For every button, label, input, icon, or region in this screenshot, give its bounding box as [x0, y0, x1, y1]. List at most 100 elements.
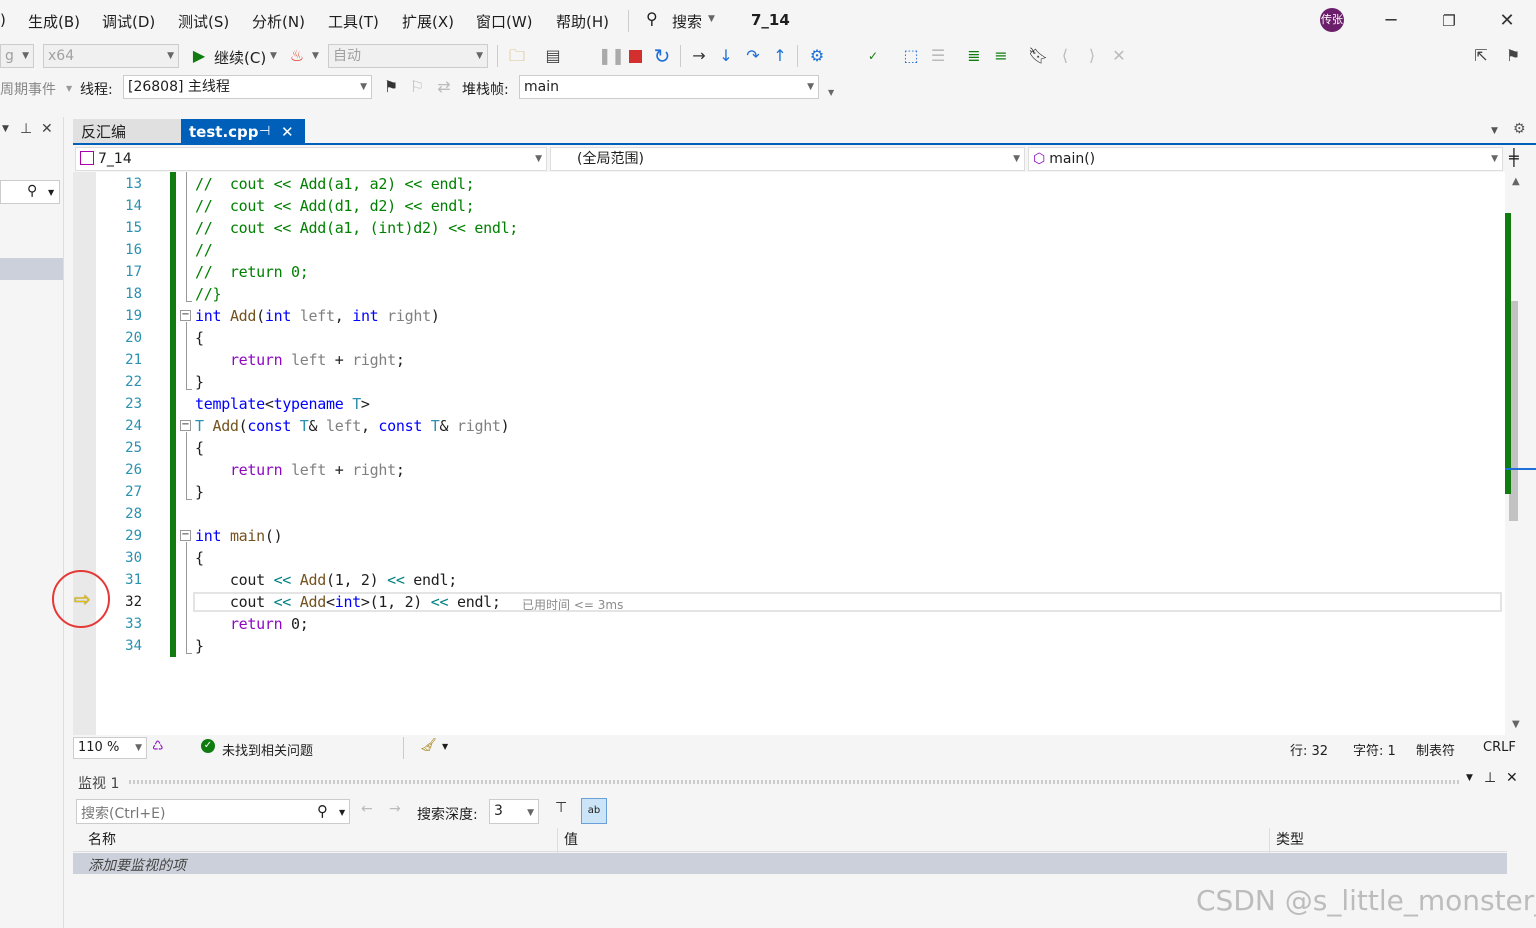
- gear-icon[interactable]: ⚙: [1513, 121, 1526, 137]
- function-dropdown[interactable]: ⬡ main() ▼: [1028, 147, 1503, 171]
- forward-arrow-icon[interactable]: →: [389, 801, 401, 817]
- code-line-30[interactable]: {: [195, 549, 204, 567]
- vertical-scrollbar[interactable]: ▲ ▼: [1505, 172, 1536, 735]
- glyph-margin[interactable]: [73, 172, 96, 735]
- add-watch-placeholder[interactable]: 添加要监视的项: [88, 855, 186, 875]
- clear-bookmarks-icon[interactable]: ✕: [1108, 45, 1130, 67]
- code-line-15[interactable]: // cout << Add(a1, (int)d2) << endl;: [195, 219, 518, 237]
- pin-icon[interactable]: ⊥: [1484, 770, 1496, 786]
- chevron-down-icon[interactable]: ▼: [270, 51, 277, 61]
- menu-tools[interactable]: 工具(T): [328, 11, 379, 32]
- perf-tip[interactable]: 已用时间 <= 3ms: [522, 596, 623, 613]
- indent-icon[interactable]: ≣: [963, 45, 985, 67]
- watch-search-input[interactable]: 搜索(Ctrl+E) ⚲ ▼: [76, 799, 350, 824]
- code-line-20[interactable]: {: [195, 329, 204, 347]
- column-value[interactable]: 值: [558, 828, 1269, 852]
- column-name[interactable]: 名称: [73, 828, 557, 852]
- menu-analyze[interactable]: 分析(N): [252, 11, 305, 32]
- scope-dropdown[interactable]: (全局范围) ▼: [550, 147, 1025, 171]
- collapse-toggle[interactable]: −: [180, 310, 191, 321]
- chevron-down-icon[interactable]: ▼: [2, 124, 9, 134]
- pin-icon[interactable]: ⊥: [20, 121, 32, 137]
- code-line-32[interactable]: cout << Add<int>(1, 2) << endl;: [195, 593, 501, 611]
- menu-window[interactable]: 窗口(W): [476, 11, 533, 32]
- window-layout-icon[interactable]: ▤: [542, 45, 564, 67]
- continue-play-icon[interactable]: ▶: [188, 45, 210, 67]
- code-line-23[interactable]: template<typename T>: [195, 395, 370, 413]
- spellcheck-icon[interactable]: ✓: [862, 45, 884, 67]
- tabs-indicator[interactable]: 制表符: [1416, 740, 1455, 759]
- prev-bookmark-icon[interactable]: ⟨: [1054, 45, 1076, 67]
- flag-all-icon[interactable]: ⚐: [406, 76, 428, 98]
- issues-status[interactable]: 未找到相关问题: [222, 740, 313, 759]
- menu-extensions[interactable]: 扩展(X): [402, 11, 454, 32]
- feedback-icon[interactable]: ⚑: [1502, 45, 1524, 67]
- step-out-icon[interactable]: ↑: [769, 45, 791, 67]
- cleanup-broom-icon[interactable]: 🧹︎: [420, 738, 437, 753]
- code-line-18[interactable]: //}: [195, 285, 222, 303]
- zoom-dropdown[interactable]: 110 % ▼: [73, 737, 147, 759]
- avatar[interactable]: 传张: [1320, 8, 1344, 32]
- minimize-icon[interactable]: ─: [1376, 8, 1406, 34]
- code-line-27[interactable]: }: [195, 483, 204, 501]
- code-line-25[interactable]: {: [195, 439, 204, 457]
- add-watch-row[interactable]: 添加要监视的项: [73, 853, 1507, 874]
- split-icon[interactable]: ╪: [1509, 148, 1519, 167]
- back-arrow-icon[interactable]: ←: [361, 801, 373, 817]
- line-indicator[interactable]: 行: 32: [1290, 740, 1328, 759]
- show-next-statement-icon[interactable]: →: [688, 45, 710, 67]
- platform-dropdown[interactable]: x64 ▼: [43, 44, 179, 68]
- menu-search[interactable]: 搜索: [672, 11, 702, 32]
- project-dropdown[interactable]: 7_14 ▼: [75, 147, 547, 171]
- close-icon[interactable]: ✕: [281, 119, 294, 145]
- stackframe-dropdown[interactable]: main ▼: [519, 75, 819, 99]
- thread-dropdown[interactable]: [26808] 主线程 ▼: [123, 75, 372, 99]
- code-editor[interactable]: [73, 172, 1505, 735]
- close-icon[interactable]: ✕: [1492, 8, 1522, 34]
- code-line-16[interactable]: //: [195, 241, 213, 259]
- scroll-down-icon[interactable]: ▼: [1512, 719, 1520, 730]
- intellicode-icon[interactable]: ♺: [152, 739, 164, 754]
- chevron-down-icon[interactable]: ▼: [66, 84, 72, 93]
- auto-dropdown[interactable]: 自动 ▼: [328, 44, 488, 68]
- format-icon[interactable]: ≡: [990, 45, 1012, 67]
- restart-icon[interactable]: ↻: [651, 45, 673, 67]
- pin-icon[interactable]: ⊣: [259, 119, 270, 145]
- config-dropdown[interactable]: g ▼: [0, 44, 34, 68]
- code-line-13[interactable]: // cout << Add(a1, a2) << endl;: [195, 175, 475, 193]
- bookmark-icon[interactable]: 🔖︎: [1027, 45, 1049, 67]
- swap-icon[interactable]: ⇄: [433, 76, 455, 98]
- tab-disassembly[interactable]: 反汇编: [73, 119, 181, 145]
- toolbar-overflow-icon[interactable]: ▼: [828, 88, 834, 97]
- continue-button[interactable]: 继续(C): [214, 47, 266, 68]
- collapse-toggle[interactable]: −: [180, 420, 191, 431]
- code-line-24[interactable]: T Add(const T& left, const T& right): [195, 417, 510, 435]
- chevron-down-icon[interactable]: ▼: [1491, 126, 1498, 136]
- folder-icon[interactable]: 🗀: [506, 45, 528, 67]
- diagnostic-icon[interactable]: ⚙: [806, 45, 828, 67]
- view-as-text-icon[interactable]: ab: [581, 798, 607, 824]
- menu-build[interactable]: 生成(B): [28, 11, 80, 32]
- menu-help[interactable]: 帮助(H): [556, 11, 609, 32]
- chevron-down-icon[interactable]: ▼: [1466, 773, 1473, 783]
- chevron-down-icon[interactable]: ▼: [312, 51, 319, 61]
- code-line-34[interactable]: }: [195, 637, 204, 655]
- step-over-icon[interactable]: ↷: [742, 45, 764, 67]
- scroll-up-icon[interactable]: ▲: [1512, 176, 1520, 187]
- comment-icon[interactable]: ☰: [927, 45, 949, 67]
- watch-title[interactable]: 监视 1: [78, 773, 119, 793]
- panel-grip[interactable]: [129, 780, 1459, 784]
- code-line-26[interactable]: return left + right;: [195, 461, 405, 479]
- code-line-22[interactable]: }: [195, 373, 204, 391]
- column-type[interactable]: 类型: [1270, 828, 1507, 852]
- char-indicator[interactable]: 字符: 1: [1353, 740, 1396, 759]
- code-line-21[interactable]: return left + right;: [195, 351, 405, 369]
- code-line-17[interactable]: // return 0;: [195, 263, 309, 281]
- chevron-down-icon[interactable]: ▼: [442, 742, 448, 751]
- tab-test-cpp[interactable]: test.cpp ⊣ ✕: [181, 119, 305, 145]
- flag-icon[interactable]: ⚑: [380, 76, 402, 98]
- menu-overflow[interactable]: ): [0, 11, 6, 29]
- code-line-29[interactable]: int main(): [195, 527, 283, 545]
- code-line-14[interactable]: // cout << Add(d1, d2) << endl;: [195, 197, 475, 215]
- close-icon[interactable]: ✕: [1506, 770, 1518, 786]
